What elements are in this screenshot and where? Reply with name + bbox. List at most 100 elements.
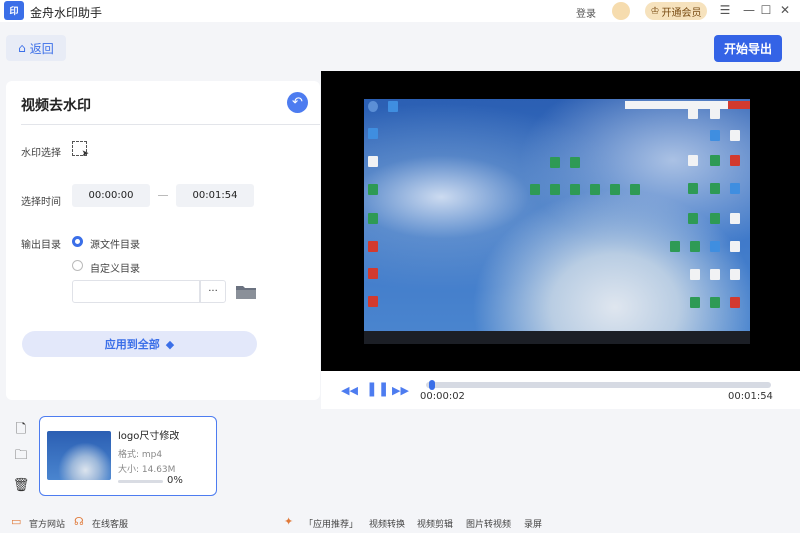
- footer-link-video-convert[interactable]: 视频转换: [369, 517, 405, 530]
- preview-icon: [730, 130, 740, 141]
- browse-dots-button[interactable]: ···: [200, 280, 226, 303]
- footer-link-image-to-video[interactable]: 图片转视频: [466, 517, 511, 530]
- preview-icon: [730, 213, 740, 224]
- website-icon: ▭: [11, 515, 22, 528]
- custom-dir-label: 自定义目录: [90, 264, 140, 275]
- preview-icon: [688, 183, 698, 194]
- preview-icon: [368, 184, 378, 195]
- avatar[interactable]: [612, 2, 630, 20]
- watermark-select-label: 水印选择: [21, 148, 61, 159]
- preview-icon: [710, 108, 720, 119]
- preview-icon: [710, 155, 720, 166]
- forward-icon[interactable]: ▶▶: [392, 384, 409, 397]
- preview-icon: [570, 157, 580, 168]
- login-link[interactable]: 登录: [576, 5, 596, 20]
- preview-icon: [590, 184, 600, 195]
- preview-icon: [710, 130, 720, 141]
- radio-source-dir[interactable]: [72, 236, 83, 247]
- export-button[interactable]: 开始导出: [714, 35, 782, 62]
- start-time-input[interactable]: 00:00:00: [72, 184, 150, 207]
- crown-icon: ♔: [650, 5, 660, 17]
- headset-icon: ☊: [74, 515, 84, 528]
- vip-button[interactable]: ♔ 开通会员: [645, 2, 707, 20]
- preview-icon: [690, 297, 700, 308]
- preview-icon: [610, 184, 620, 195]
- add-folder-icon[interactable]: 🗀: [13, 448, 29, 465]
- home-icon: ⌂: [18, 41, 26, 55]
- preview-taskbar: [364, 331, 750, 344]
- preview-icon: [550, 157, 560, 168]
- preview-icon: [710, 213, 720, 224]
- preview-icon: [368, 241, 378, 252]
- panel-title: 视频去水印: [21, 98, 91, 114]
- end-time-input[interactable]: 00:01:54: [176, 184, 254, 207]
- delete-icon[interactable]: 🗑: [13, 477, 30, 493]
- preview-icon: [730, 183, 740, 194]
- preview-icon: [368, 101, 378, 112]
- output-label: 输出目录: [21, 240, 61, 251]
- preview-icon: [688, 213, 698, 224]
- minimize-icon[interactable]: —: [741, 2, 757, 18]
- undo-icon[interactable]: ↶: [287, 92, 308, 113]
- apply-all-button[interactable]: 应用到全部 ◆: [22, 331, 257, 357]
- file-format: 格式: mp4: [118, 450, 163, 460]
- app-logo: 印: [4, 1, 24, 20]
- preview-icon: [368, 156, 378, 167]
- app-title: 金舟水印助手: [30, 6, 103, 20]
- app-recommend-label: 「应用推荐」: [304, 520, 359, 530]
- source-dir-label: 源文件目录: [90, 240, 140, 251]
- rocket-icon: ✦: [284, 515, 294, 528]
- time-label: 选择时间: [21, 197, 61, 208]
- preview-icon: [730, 269, 740, 280]
- file-thumbnail: [47, 431, 111, 480]
- seek-knob[interactable]: [428, 380, 435, 390]
- file-progress-bar: [118, 480, 163, 483]
- cursor-icon: ➤: [81, 149, 89, 159]
- preview-icon: [690, 269, 700, 280]
- preview-icon: [688, 155, 698, 166]
- file-size: 大小: 14.63M: [118, 465, 176, 475]
- radio-custom-dir[interactable]: [72, 260, 83, 271]
- preview-icon: [368, 213, 378, 224]
- vip-label: 开通会员: [661, 7, 702, 19]
- seek-track[interactable]: [426, 382, 771, 388]
- preview-toolbar-badge: [728, 101, 750, 109]
- preview-icon: [710, 241, 720, 252]
- menu-icon[interactable]: ☰: [717, 2, 733, 18]
- preview-icon: [690, 241, 700, 252]
- preview-icon: [388, 101, 398, 112]
- preview-icon: [730, 241, 740, 252]
- preview-icon: [368, 128, 378, 139]
- preview-icon: [368, 268, 378, 279]
- official-site-link[interactable]: 官方网站: [29, 517, 65, 530]
- current-time: 00:00:02: [420, 391, 465, 402]
- footer-link-video-edit[interactable]: 视频剪辑: [417, 517, 453, 530]
- preview-icon: [730, 155, 740, 166]
- close-icon[interactable]: ✕: [777, 2, 793, 18]
- diamond-icon: ◆: [165, 337, 175, 351]
- preview-icon: [710, 269, 720, 280]
- preview-icon: [630, 184, 640, 195]
- back-button[interactable]: ⌂ 返回: [6, 35, 66, 61]
- footer-link-screen-record[interactable]: 录屏: [524, 517, 542, 530]
- preview-icon: [530, 184, 540, 195]
- divider: [21, 124, 320, 125]
- output-path-input[interactable]: [72, 280, 200, 303]
- pause-icon[interactable]: ❚❚: [366, 381, 389, 397]
- total-time: 00:01:54: [728, 391, 773, 402]
- add-file-icon[interactable]: 🗋: [13, 422, 29, 439]
- preview-toolbar: [625, 101, 745, 109]
- preview-icon: [570, 184, 580, 195]
- folder-icon[interactable]: [235, 284, 257, 300]
- preview-icon: [670, 241, 680, 252]
- preview-icon: [550, 184, 560, 195]
- maximize-icon[interactable]: ☐: [758, 2, 774, 18]
- back-label: 返回: [29, 41, 54, 56]
- rewind-icon[interactable]: ◀◀: [341, 384, 358, 397]
- preview-icon: [688, 108, 698, 119]
- file-progress: 0%: [167, 475, 183, 486]
- file-name: logo尺寸修改: [118, 431, 180, 442]
- select-area-icon[interactable]: ➤: [72, 141, 89, 159]
- online-service-link[interactable]: 在线客服: [92, 517, 128, 530]
- preview-icon: [730, 297, 740, 308]
